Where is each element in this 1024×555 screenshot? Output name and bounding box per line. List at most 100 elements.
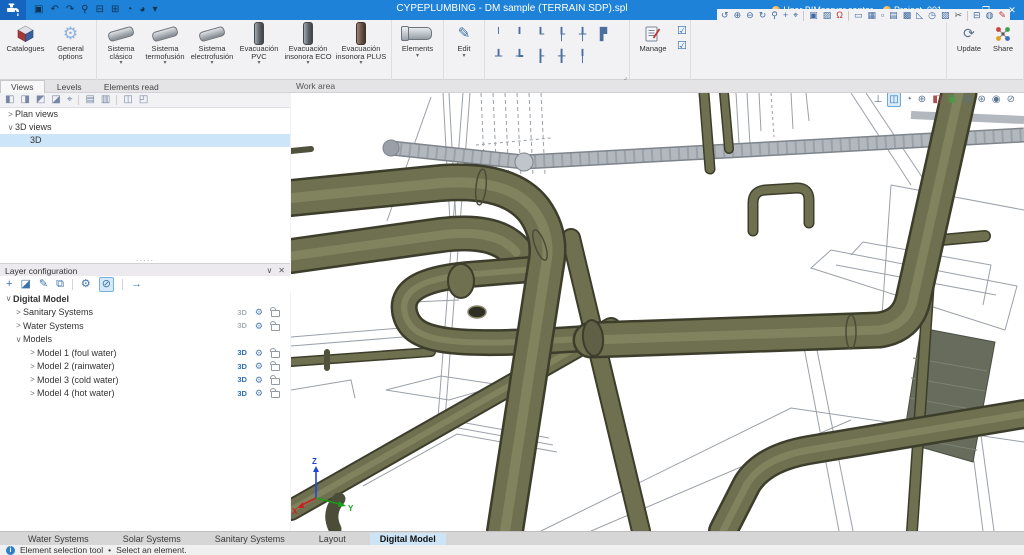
shading-icon[interactable]: ◔	[905, 93, 913, 106]
snapshot-icon[interactable]: ▧	[941, 10, 950, 21]
keyboard-icon[interactable]: ▩	[903, 10, 912, 21]
hide-elements-icon[interactable]: ⊘	[1006, 93, 1016, 106]
zoom-in-icon[interactable]: ⊕	[734, 10, 742, 21]
edit-view-icon[interactable]: ◨	[20, 94, 29, 106]
lock-icon[interactable]	[271, 378, 280, 385]
tree-item-plan-views[interactable]: > Plan views	[0, 108, 290, 121]
evacuacion-insonora-eco-button[interactable]: Evacuación insonora ECO ▾	[282, 22, 334, 66]
edit-layer-icon[interactable]: ✎	[39, 278, 48, 291]
close-panel-icon[interactable]: ✕	[278, 266, 285, 275]
globe-icon[interactable]: ◍	[986, 10, 994, 21]
layer-row-model-2[interactable]: > Model 2 (rainwater) 3D⚙	[0, 360, 290, 374]
generate-cross-icon[interactable]: ╀	[579, 27, 586, 41]
3d-glasses-icon[interactable]: ◫	[887, 93, 900, 107]
redo-icon[interactable]: ↷	[66, 5, 74, 15]
chevron-right-icon[interactable]: >	[28, 375, 37, 384]
layer-row-model-1[interactable]: > Model 1 (foul water) 3D⚙	[0, 346, 290, 360]
rotate-right-icon[interactable]: ↻	[759, 10, 767, 21]
layer-row-model-3[interactable]: > Model 3 (cold water) 3D⚙	[0, 373, 290, 387]
layer-gear-icon[interactable]: ⚙	[255, 388, 263, 398]
undo-icon[interactable]: ↶	[50, 5, 58, 15]
cut-icon[interactable]: ✂	[955, 10, 963, 21]
chevron-right-icon[interactable]: >	[28, 362, 37, 371]
new-view-icon[interactable]: ◧	[5, 94, 14, 106]
omega-snap-icon[interactable]: Ω	[836, 10, 843, 21]
pan-icon[interactable]: +	[783, 10, 788, 21]
options2-icon[interactable]: ◕	[139, 5, 145, 15]
tree-item-3d-views[interactable]: ∨ 3D views	[0, 121, 290, 134]
check-report-icon[interactable]: ☑	[677, 26, 687, 37]
tab-digital-model[interactable]: Digital Model	[370, 533, 446, 546]
generate-riser2-icon[interactable]: ╹	[516, 27, 523, 41]
clock-icon[interactable]: ◷	[928, 10, 936, 21]
share-button[interactable]: Share	[987, 22, 1019, 54]
evacuacion-pvc-button[interactable]: Evacuación PVC ▾	[236, 22, 282, 66]
point-icon[interactable]: ▫	[881, 10, 884, 21]
layer-row-models[interactable]: ∨ Models	[0, 333, 290, 347]
lock-icon[interactable]	[271, 310, 280, 317]
walkthrough-icon[interactable]: ⊥	[873, 93, 884, 106]
tab-views[interactable]: Views	[0, 80, 45, 93]
layer-gear-icon[interactable]: ⚙	[255, 348, 263, 358]
tree-item-3d[interactable]: 3D	[0, 134, 290, 147]
visibility-icon[interactable]: ◉	[991, 93, 1002, 106]
read-elements-icon[interactable]: ◫	[123, 94, 132, 106]
layer-settings-gear-icon[interactable]: ⚙	[81, 278, 91, 291]
layer-row-sanitary-systems[interactable]: > Sanitary Systems 3D⚙	[0, 306, 290, 320]
generate-segment-icon[interactable]: ╿	[579, 49, 586, 63]
window-select-icon[interactable]: ▣	[809, 10, 818, 21]
background-icon[interactable]: ▣	[947, 93, 958, 106]
generate-tee-icon[interactable]: ┸	[495, 49, 502, 63]
tab-water-systems[interactable]: Water Systems	[18, 533, 99, 546]
chevron-right-icon[interactable]: >	[14, 321, 23, 330]
rotate-left-icon[interactable]: ↺	[721, 10, 729, 21]
update-button[interactable]: ⟳ Update	[951, 22, 987, 54]
generate-branch2-icon[interactable]: ┠	[537, 49, 544, 63]
edit-button[interactable]: ✎ Edit ▾	[447, 22, 481, 59]
ruler-icon[interactable]: ◺	[916, 10, 923, 21]
chevron-right-icon[interactable]: >	[6, 108, 15, 121]
delete-view-icon[interactable]: ◪	[51, 94, 60, 106]
zoom-out-icon[interactable]: ⊖	[746, 10, 754, 21]
lock-icon[interactable]	[271, 351, 280, 358]
layer-row-digital-model[interactable]: ∨ Digital Model	[0, 292, 290, 306]
viewport-3d-scene[interactable]: Z Y X	[291, 93, 1024, 531]
save-icon[interactable]: ▣	[34, 5, 43, 15]
collapse-panel-icon[interactable]: ∨	[266, 266, 272, 275]
disable-layer-icon[interactable]: ⊘	[99, 277, 114, 292]
frame-icon[interactable]: ▭	[854, 10, 863, 21]
lock-icon[interactable]	[271, 391, 280, 398]
orbit-icon[interactable]: ⊕	[917, 93, 927, 106]
move-to-layer-icon[interactable]: →	[131, 278, 142, 291]
generate-manifold-icon[interactable]: ▛	[600, 27, 607, 41]
image-icon[interactable]: ▤	[889, 10, 898, 21]
chevron-down-icon[interactable]: ∨	[6, 121, 15, 134]
grid-icon[interactable]: ▦	[867, 10, 876, 21]
tab-layout[interactable]: Layout	[309, 533, 356, 546]
badge-3d[interactable]: 3D	[237, 308, 247, 317]
badge-3d[interactable]: 3D	[237, 389, 247, 398]
export-icon[interactable]: ⊞	[111, 5, 119, 15]
general-options-button[interactable]: ⚙ General options	[48, 22, 93, 61]
generate-elbow-icon[interactable]: ┖	[537, 27, 544, 41]
generate-branch-icon[interactable]: ┞	[558, 27, 565, 41]
elements-button[interactable]: Elements ▾	[395, 22, 440, 59]
sistema-electrofusion-button[interactable]: Sistema electrofusión ▾	[188, 22, 236, 66]
manage-button[interactable]: Manage	[633, 22, 673, 54]
eraser-icon[interactable]: ◪	[20, 278, 30, 291]
layer-gear-icon[interactable]: ⚙	[255, 321, 263, 331]
camera2-icon[interactable]: ▥	[101, 94, 110, 106]
tab-solar-systems[interactable]: Solar Systems	[113, 533, 191, 546]
options1-icon[interactable]: ◔	[126, 5, 132, 15]
copy-layer-icon[interactable]: ⧉	[56, 278, 64, 291]
visibility-view-icon[interactable]: ⌖	[67, 94, 73, 106]
generate-cross2-icon[interactable]: ╂	[558, 49, 565, 63]
add-layer-icon[interactable]: +	[6, 278, 12, 291]
badge-3d[interactable]: 3D	[237, 348, 247, 357]
layer-gear-icon[interactable]: ⚙	[255, 375, 263, 385]
chevron-right-icon[interactable]: >	[28, 389, 37, 398]
chevron-right-icon[interactable]: >	[14, 308, 23, 317]
tab-elements-read[interactable]: Elements read	[94, 81, 169, 93]
print-icon[interactable]: ⊟	[96, 5, 104, 15]
more-dropdown-icon[interactable]: ▾	[152, 5, 157, 15]
